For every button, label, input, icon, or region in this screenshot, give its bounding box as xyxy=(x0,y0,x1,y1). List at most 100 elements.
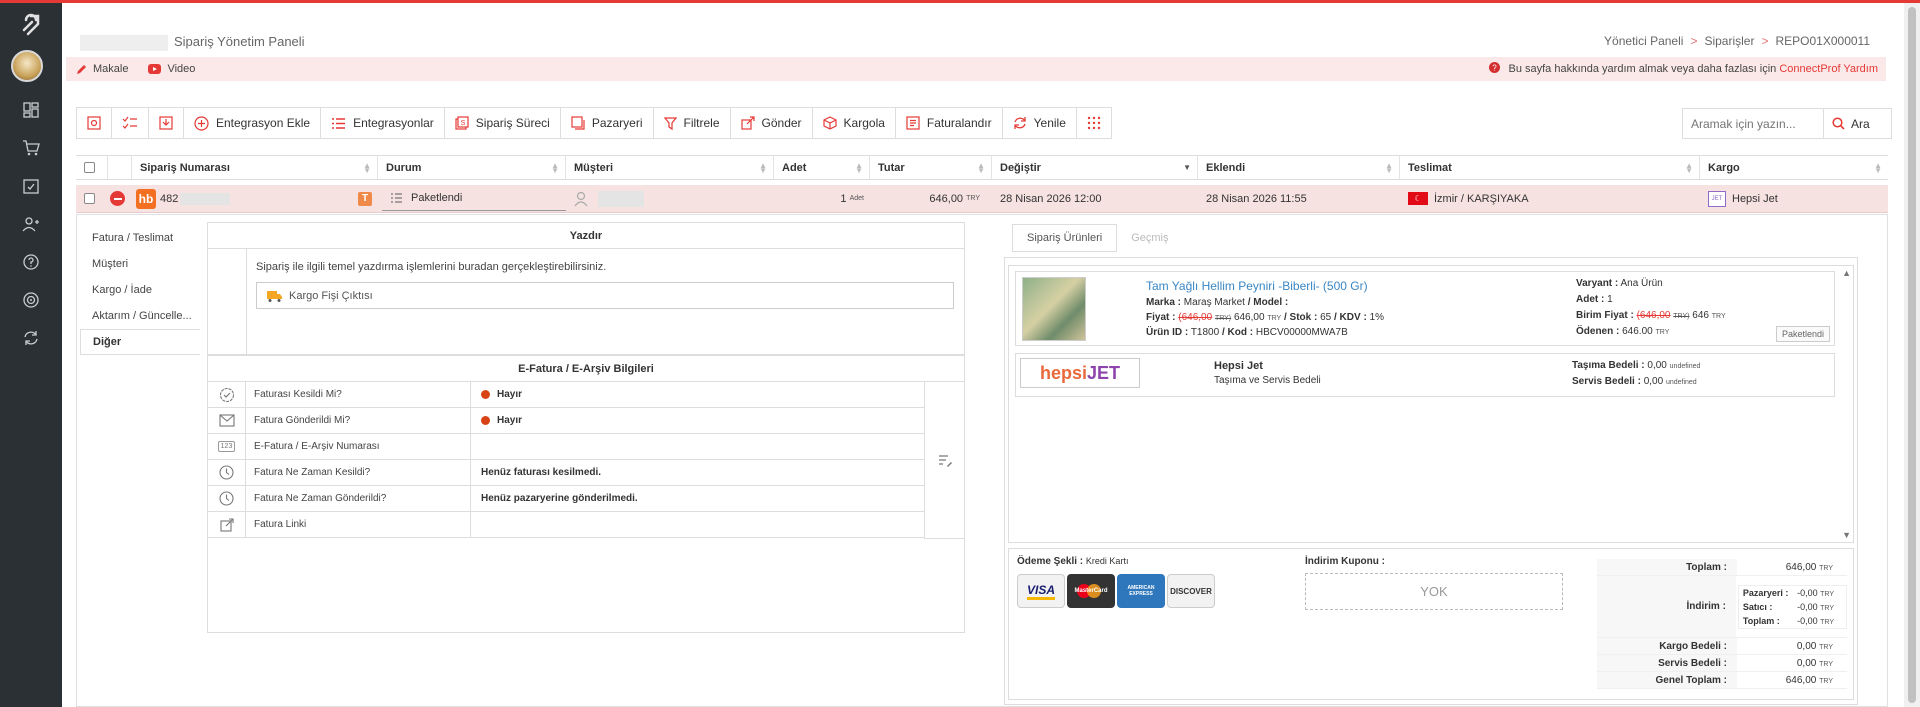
main-content: Sipariş Yönetim Paneli Yönetici Paneli > S… xyxy=(62,3,1904,707)
list-check-button[interactable] xyxy=(112,108,149,138)
scroll-down-icon[interactable]: ▼ xyxy=(1842,530,1851,540)
table-row[interactable]: hb 482 T Paketlendi 1 Adet 646,00 TRY 28… xyxy=(76,185,1888,213)
grid-dots-icon xyxy=(1087,116,1101,130)
product-status-badge: Paketlendi xyxy=(1775,326,1830,342)
product-variant: Varyant : Ana Ürün xyxy=(1576,278,1663,289)
help-text: ? Bu sayfa hakkında yardım almak veya da… xyxy=(1489,62,1878,75)
avatar[interactable] xyxy=(11,50,43,82)
carry-fee: Taşıma Bedeli : 0,00 undefined xyxy=(1572,360,1701,371)
hepsijet-logo: hepsi JET xyxy=(1020,358,1140,388)
order-no-cell: hb 482 T xyxy=(128,185,378,212)
download-button[interactable] xyxy=(149,108,184,138)
tab-order-products[interactable]: Sipariş Ürünleri xyxy=(1012,224,1118,252)
box-icon xyxy=(822,116,837,130)
edit-lines-icon xyxy=(938,454,952,467)
product-card: Tam Yağlı Hellim Peyniri -Biberli- (500 … xyxy=(1015,271,1835,346)
logo-icon[interactable] xyxy=(0,7,62,43)
product-unit-price: Birim Fiyat : (646,00 TRY) 646 TRY xyxy=(1576,310,1726,321)
add-integration-button[interactable]: Entegrasyon Ekle xyxy=(184,108,322,138)
col-changed[interactable]: Değiştir ▼ xyxy=(992,156,1198,179)
scroll-up-icon[interactable]: ▲ xyxy=(1842,268,1851,278)
clock-icon xyxy=(219,491,234,506)
menu-cargo-return[interactable]: Kargo / İade xyxy=(80,277,200,303)
turkey-flag-icon: ☾ xyxy=(1408,192,1428,205)
search-box: Ara xyxy=(1682,108,1892,139)
select-all-cell xyxy=(76,156,108,179)
breadcrumb-item[interactable]: Yönetici Paneli xyxy=(1604,34,1683,48)
target-icon[interactable] xyxy=(0,282,62,318)
settings-button[interactable] xyxy=(77,108,112,138)
edit-invoice-button[interactable] xyxy=(924,382,965,539)
col-status[interactable]: Durum ▲ ▼ xyxy=(378,156,566,179)
menu-invoice-delivery[interactable]: Fatura / Teslimat xyxy=(80,225,200,251)
truck-icon xyxy=(267,290,282,302)
invoice-issued-row: Faturası Kesildi Mi? Hayır xyxy=(208,382,924,408)
dashboard-icon[interactable] xyxy=(0,92,62,128)
payment-method: Ödeme Şekli : Kredi Kartı xyxy=(1017,556,1129,567)
user-icon xyxy=(574,191,588,206)
menu-transfer-update[interactable]: Aktarım / Güncelle... xyxy=(80,303,200,329)
col-qty[interactable]: Adet ▲ ▼ xyxy=(774,156,870,179)
col-customer[interactable]: Müşteri ▲ ▼ xyxy=(566,156,774,179)
download-icon xyxy=(159,116,173,130)
users-icon[interactable] xyxy=(0,206,62,242)
shipping-card: hepsi JET Hepsi Jet Taşıma ve Servis Bede… xyxy=(1015,353,1835,397)
video-link[interactable]: Video xyxy=(148,63,195,75)
coupon-label: İndirim Kuponu : xyxy=(1305,556,1385,567)
orders-check-icon[interactable] xyxy=(0,168,62,204)
visa-card-icon: VISA xyxy=(1017,574,1065,608)
col-added[interactable]: Eklendi ▲ ▼ xyxy=(1198,156,1400,179)
filter-button[interactable]: Filtrele xyxy=(654,108,731,138)
question-circle-icon: ? xyxy=(1489,62,1501,73)
menu-other[interactable]: Diğer xyxy=(80,329,200,355)
invoice-button[interactable]: Faturalandır xyxy=(896,108,1003,138)
more-grid-button[interactable] xyxy=(1077,108,1111,138)
type-badge: T xyxy=(358,191,372,206)
col-cargo[interactable]: Kargo ▲ ▼ xyxy=(1700,156,1888,179)
menu-customer[interactable]: Müşteri xyxy=(80,251,200,277)
integrations-button[interactable]: Entegrasyonlar xyxy=(321,108,445,138)
delivery-cell: ☾ İzmir / KARŞIYAKA xyxy=(1400,185,1700,212)
ship-button[interactable]: Kargola xyxy=(813,108,896,138)
send-button[interactable]: Gönder xyxy=(731,108,813,138)
blurred-order-no xyxy=(180,192,231,205)
search-button[interactable]: Ara xyxy=(1823,109,1878,138)
col-amount[interactable]: Tutar ▲ ▼ xyxy=(870,156,992,179)
collapse-icon[interactable] xyxy=(110,191,125,206)
send-icon xyxy=(740,116,755,130)
search-input[interactable] xyxy=(1683,109,1823,138)
article-link[interactable]: Makale xyxy=(76,63,128,75)
external-link-icon xyxy=(219,517,234,532)
order-process-button[interactable]: S Sipariş Süreci xyxy=(445,108,561,138)
einvoice-panel: E-Fatura / E-Arşiv Bilgileri Faturası Ke… xyxy=(207,355,965,633)
marketplace-button[interactable]: Pazaryeri xyxy=(561,108,654,138)
sync-icon[interactable] xyxy=(0,320,62,356)
product-qty: Adet : 1 xyxy=(1576,294,1613,305)
product-name[interactable]: Tam Yağlı Hellim Peyniri -Biberli- (500 … xyxy=(1146,279,1368,293)
document-s-icon: S xyxy=(455,116,469,130)
print-panel: Yazdır Sipariş ile ilgili temel yazdırma… xyxy=(207,222,965,355)
help-icon[interactable] xyxy=(0,244,62,280)
breadcrumb-item: REPO01X000011 xyxy=(1775,34,1870,48)
col-order-no[interactable]: Sipariş Numarası ▲ ▼ xyxy=(132,156,378,179)
svg-text:?: ? xyxy=(1493,64,1498,73)
tab-history[interactable]: Geçmiş xyxy=(1117,224,1182,252)
help-link[interactable]: ConnectProf Yardım xyxy=(1779,63,1878,75)
refresh-button[interactable]: Yenile xyxy=(1003,108,1077,138)
breadcrumb-item[interactable]: Siparişler xyxy=(1704,34,1754,48)
mastercard-icon: MasterCard xyxy=(1067,574,1115,608)
cart-icon[interactable] xyxy=(0,130,62,166)
page-scrollbar[interactable] xyxy=(1904,3,1920,707)
row-checkbox[interactable] xyxy=(84,193,95,204)
cargo-slip-button[interactable]: Kargo Fişi Çıktısı xyxy=(256,282,954,309)
status-dot xyxy=(481,416,490,425)
list-icon xyxy=(332,117,346,129)
breadcrumb: Yönetici Paneli > Siparişler > REPO01X000011 xyxy=(1604,34,1870,48)
list-lines-icon xyxy=(391,192,402,203)
print-title: Yazdır xyxy=(208,223,964,249)
select-all-checkbox[interactable] xyxy=(84,162,95,173)
shipping-desc: Taşıma ve Servis Bedeli xyxy=(1214,375,1321,386)
status-cell[interactable]: Paketlendi xyxy=(382,185,566,211)
service-fee: Servis Bedeli : 0,00 undefined xyxy=(1572,376,1697,387)
col-delivery[interactable]: Teslimat ▲ ▼ xyxy=(1400,156,1700,179)
